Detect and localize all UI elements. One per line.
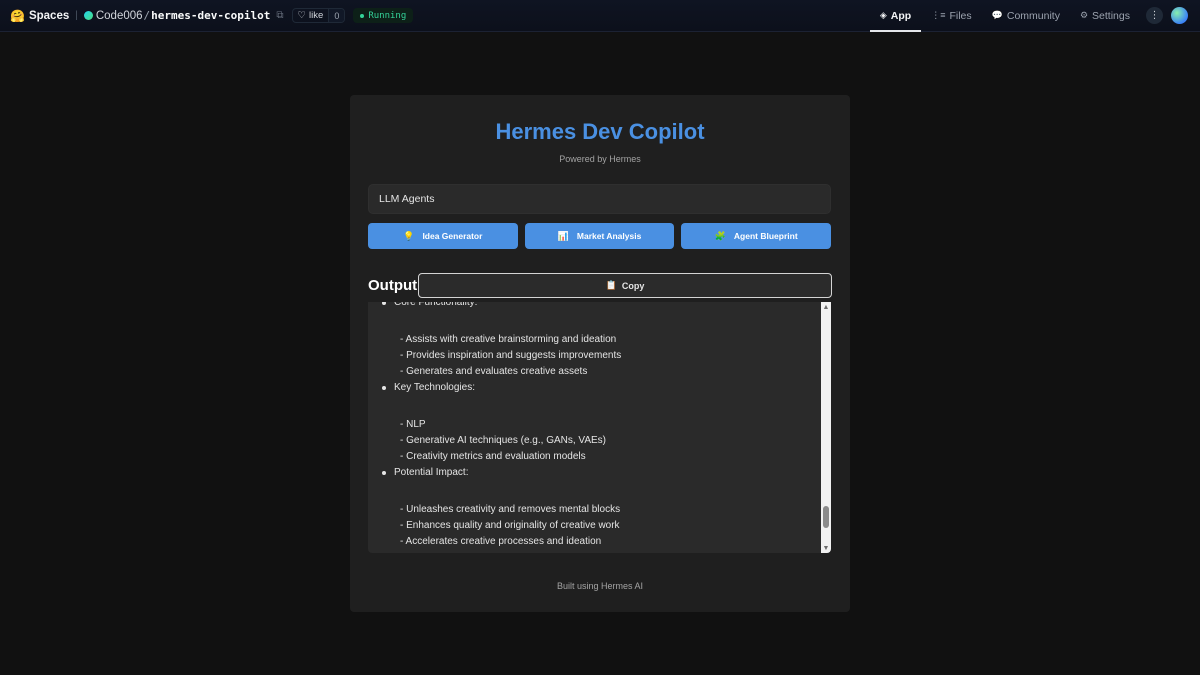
- output-panel[interactable]: Core Functionality: - Assists with creat…: [368, 302, 831, 553]
- market-analysis-button[interactable]: 📊 Market Analysis: [524, 223, 675, 249]
- user-avatar[interactable]: [1171, 7, 1188, 24]
- like-count: 0: [328, 9, 345, 22]
- scroll-down-arrow-icon[interactable]: ▼: [821, 543, 831, 553]
- status-dot-icon: [360, 13, 365, 18]
- tab-settings-label: Settings: [1092, 9, 1130, 22]
- list-item: - Assists with creative brainstorming an…: [400, 334, 617, 345]
- list-item: - Creativity metrics and evaluation mode…: [400, 451, 586, 462]
- like-label: ♡ like: [293, 10, 329, 21]
- copy-repo-name-icon[interactable]: ⧉: [276, 10, 283, 21]
- tab-community[interactable]: 💬 Community: [982, 0, 1070, 32]
- spaces-brand[interactable]: 🤗 Spaces: [10, 9, 69, 23]
- copy-button[interactable]: 📋 Copy: [418, 273, 832, 298]
- repo-owner-link[interactable]: Code006: [96, 10, 143, 22]
- hugging-face-icon: 🤗: [10, 8, 25, 23]
- tab-app[interactable]: ◈ App: [869, 0, 922, 32]
- lightbulb-icon: 💡: [403, 230, 415, 241]
- space-tabs: ◈ App ⋮≡ Files 💬 Community ⚙ Settings ⋮: [869, 0, 1190, 32]
- spaces-label: Spaces: [28, 9, 70, 22]
- tab-settings[interactable]: ⚙ Settings: [1070, 0, 1140, 32]
- list-item: - Enhances quality and originality of cr…: [400, 520, 620, 531]
- tab-files-label: Files: [949, 9, 972, 22]
- app-footer: Built using Hermes AI: [556, 581, 644, 591]
- scroll-up-arrow-icon[interactable]: ▲: [821, 302, 831, 312]
- status-text: Running: [368, 10, 407, 21]
- chart-icon: 📊: [557, 230, 569, 241]
- market-analysis-label: Market Analysis: [576, 231, 642, 241]
- clipboard-icon: 📋: [605, 280, 617, 290]
- community-icon: 💬: [991, 10, 1003, 20]
- list-item: - Accelerates creative processes and ide…: [400, 536, 602, 547]
- top-navigation-bar: 🤗 Spaces | Code006 / hermes-dev-copilot …: [0, 0, 1200, 32]
- output-content: Core Functionality: - Assists with creat…: [368, 302, 818, 550]
- app-title: Hermes Dev Copilot: [495, 119, 705, 144]
- status-badge: Running: [353, 8, 414, 23]
- app-container: Hermes Dev Copilot Powered by Hermes 💡 I…: [350, 95, 850, 612]
- tab-files[interactable]: ⋮≡ Files: [921, 0, 981, 32]
- more-options-button[interactable]: ⋮: [1146, 7, 1163, 24]
- like-text: like: [309, 10, 324, 21]
- breadcrumb-separator: /: [143, 9, 151, 22]
- gear-icon: ⚙: [1079, 10, 1089, 20]
- repo-breadcrumb: Code006 / hermes-dev-copilot ⧉: [83, 9, 284, 22]
- topic-input[interactable]: [368, 184, 831, 214]
- list-item: Key Technologies:: [368, 380, 818, 396]
- idea-generator-button[interactable]: 💡 Idea Generator: [368, 223, 518, 249]
- output-heading: Output: [368, 277, 418, 294]
- agent-blueprint-label: Agent Blueprint: [733, 231, 798, 241]
- cube-icon: ◈: [879, 10, 887, 20]
- list-item: - Generates and evaluates creative asset…: [400, 366, 588, 377]
- action-buttons: 💡 Idea Generator 📊 Market Analysis 🧩 Age…: [368, 223, 832, 249]
- puzzle-icon: 🧩: [714, 230, 726, 241]
- repo-name-link[interactable]: hermes-dev-copilot: [151, 9, 270, 22]
- like-button[interactable]: ♡ like 0: [291, 8, 346, 23]
- tab-community-label: Community: [1006, 9, 1060, 22]
- copy-label: Copy: [621, 280, 645, 291]
- list-item: - Generative AI techniques (e.g., GANs, …: [400, 435, 607, 446]
- list-item: Core Functionality:: [368, 302, 818, 311]
- scroll-thumb[interactable]: [823, 506, 829, 529]
- org-avatar-icon: [83, 11, 93, 20]
- list-item: - NLP: [400, 419, 426, 430]
- list-item: - Unleashes creativity and removes menta…: [400, 504, 621, 515]
- divider: |: [75, 10, 78, 21]
- list-item: Potential Impact:: [368, 465, 818, 481]
- app-subtitle: Powered by Hermes: [559, 154, 641, 164]
- tab-app-label: App: [890, 9, 912, 22]
- files-icon: ⋮≡: [931, 10, 946, 20]
- agent-blueprint-button[interactable]: 🧩 Agent Blueprint: [681, 223, 832, 249]
- idea-generator-label: Idea Generator: [422, 231, 483, 241]
- output-scrollbar[interactable]: ▲ ▼: [821, 302, 831, 553]
- list-item: - Provides inspiration and suggests impr…: [400, 350, 622, 361]
- heart-icon: ♡: [297, 10, 307, 21]
